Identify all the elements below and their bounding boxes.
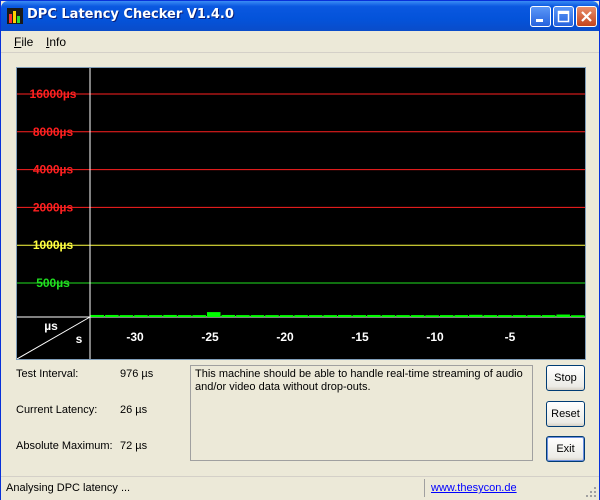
menu-info[interactable]: Info bbox=[46, 35, 66, 49]
latency-graph: 16000µs 8000µs 4000µs 2000µs 1000µs 500µs µs s -… bbox=[16, 67, 586, 360]
y-tick-label: 2000µs bbox=[33, 200, 74, 214]
x-tick-label: -5 bbox=[505, 330, 516, 344]
latency-bar bbox=[294, 315, 308, 317]
latency-bar bbox=[381, 315, 396, 317]
menu-file[interactable]: File bbox=[14, 35, 33, 49]
status-message-box: This machine should be able to handle re… bbox=[190, 365, 533, 461]
latency-bar bbox=[527, 315, 541, 317]
title-bar[interactable]: DPC Latency Checker V1.4.0 bbox=[1, 1, 599, 31]
maximize-button[interactable] bbox=[553, 6, 574, 27]
latency-bar bbox=[367, 314, 381, 317]
latency-bar bbox=[454, 315, 469, 317]
latency-bar bbox=[119, 315, 134, 317]
maximize-icon bbox=[557, 10, 570, 23]
status-separator bbox=[424, 479, 425, 497]
latency-bar bbox=[410, 315, 425, 317]
latency-bar bbox=[134, 315, 148, 317]
latency-bar bbox=[177, 315, 192, 317]
latency-bar bbox=[279, 315, 294, 317]
latency-bar bbox=[512, 315, 527, 317]
latency-bar bbox=[265, 315, 279, 317]
test-interval-label: Test Interval: bbox=[16, 368, 79, 380]
latency-bar bbox=[105, 314, 119, 317]
current-latency-value: 26 µs bbox=[120, 404, 148, 416]
x-tick-label: -25 bbox=[201, 330, 219, 344]
latency-chart: 16000µs 8000µs 4000µs 2000µs 1000µs 500µs µs s -… bbox=[17, 68, 585, 359]
menu-bar: File Info bbox=[1, 31, 599, 53]
latency-bar bbox=[469, 314, 483, 317]
current-latency-label: Current Latency: bbox=[16, 404, 98, 416]
latency-bar bbox=[483, 315, 498, 317]
y-tick-label: 1000µs bbox=[33, 238, 74, 252]
latency-bar bbox=[148, 315, 163, 317]
latency-bar bbox=[352, 315, 367, 317]
latency-bar bbox=[308, 315, 323, 317]
latency-bar bbox=[541, 315, 556, 317]
window-title: DPC Latency Checker V1.4.0 bbox=[27, 7, 234, 22]
latency-bar bbox=[323, 315, 337, 317]
exit-button[interactable]: Exit bbox=[546, 436, 585, 462]
absolute-maximum-label: Absolute Maximum: bbox=[16, 440, 113, 452]
app-window: DPC Latency Checker V1.4.0 File Info 160… bbox=[0, 0, 600, 500]
y-tick-label: 8000µs bbox=[33, 125, 74, 139]
y-axis-unit-label: µs bbox=[44, 319, 58, 333]
close-icon bbox=[581, 11, 592, 22]
latency-bar bbox=[206, 312, 221, 317]
close-button[interactable] bbox=[576, 6, 597, 27]
latency-bar bbox=[163, 314, 177, 317]
latency-bar bbox=[556, 314, 570, 317]
stop-button[interactable]: Stop bbox=[546, 365, 585, 391]
x-tick-label: -10 bbox=[426, 330, 444, 344]
bar-chart-app-icon bbox=[7, 8, 23, 24]
status-text: Analysing DPC latency ... bbox=[6, 482, 131, 494]
y-tick-label: 16000µs bbox=[30, 87, 77, 101]
minimize-icon bbox=[536, 19, 543, 22]
website-link[interactable]: www.thesycon.de bbox=[431, 482, 517, 494]
x-axis-unit-label: s bbox=[76, 332, 83, 346]
status-bar: Analysing DPC latency ... www.thesycon.d… bbox=[1, 476, 599, 500]
latency-bar bbox=[221, 314, 236, 317]
x-tick-label: -30 bbox=[126, 330, 144, 344]
latency-bar bbox=[425, 315, 439, 317]
minimize-button[interactable] bbox=[530, 6, 551, 27]
latency-bar bbox=[250, 315, 265, 317]
latency-bar bbox=[90, 314, 105, 317]
latency-bar bbox=[338, 314, 352, 317]
latency-bar bbox=[570, 315, 585, 317]
x-tick-label: -15 bbox=[351, 330, 369, 344]
x-tick-label: -20 bbox=[276, 330, 294, 344]
latency-bar bbox=[498, 315, 512, 317]
reset-button[interactable]: Reset bbox=[546, 401, 585, 427]
absolute-maximum-value: 72 µs bbox=[120, 440, 148, 452]
latency-bar bbox=[236, 315, 250, 317]
test-interval-value: 976 µs bbox=[120, 368, 154, 380]
y-tick-label: 500µs bbox=[36, 276, 70, 290]
latency-bar bbox=[396, 315, 410, 317]
status-message: This machine should be able to handle re… bbox=[195, 368, 523, 393]
y-tick-label: 4000µs bbox=[33, 163, 74, 177]
latency-bar bbox=[439, 315, 454, 317]
resize-grip-icon[interactable] bbox=[585, 486, 597, 498]
latency-bar bbox=[192, 315, 206, 317]
